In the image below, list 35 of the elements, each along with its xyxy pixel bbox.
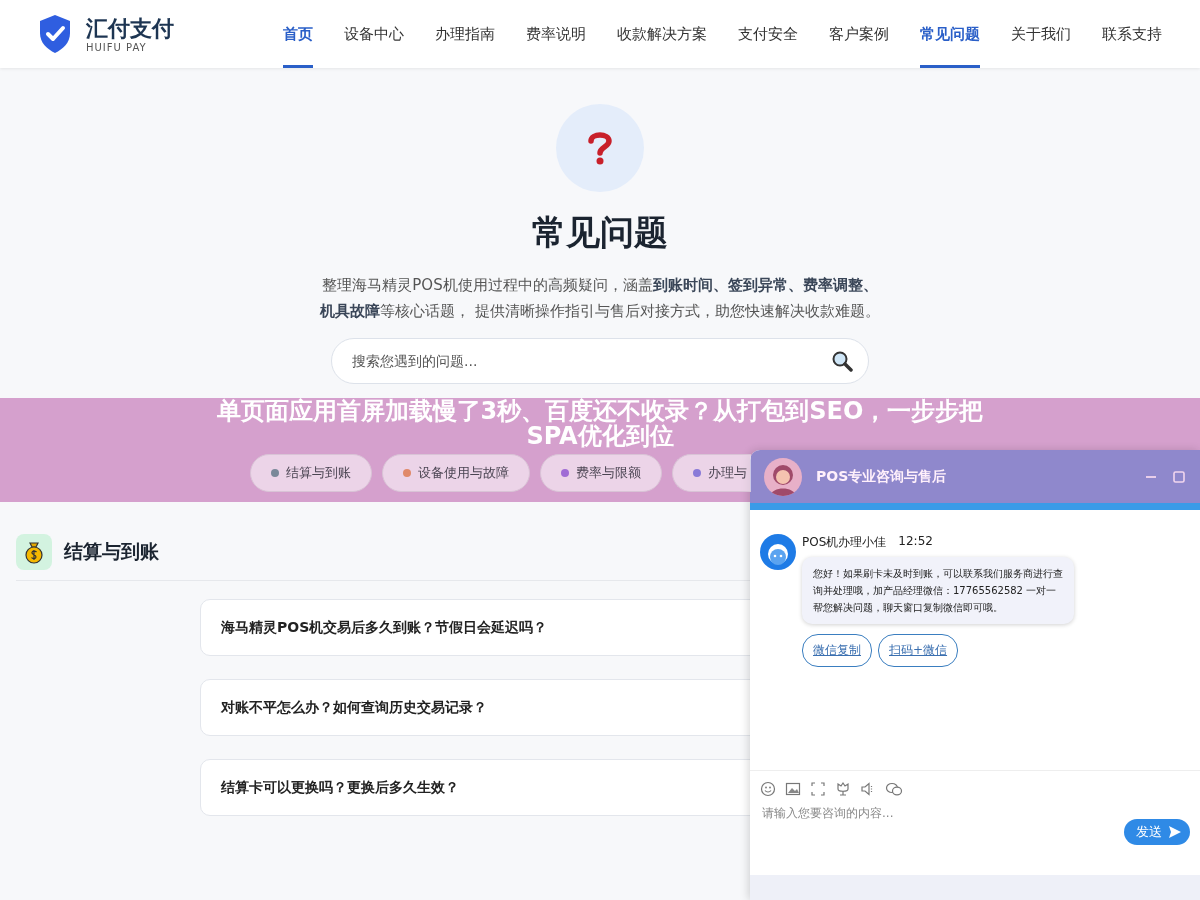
emoji-icon[interactable]: [760, 781, 776, 797]
agent-avatar-icon: [760, 534, 796, 570]
nav-link[interactable]: 首页: [283, 0, 313, 68]
page-title: 常见问题: [532, 211, 668, 254]
nav-link[interactable]: 设备中心: [344, 0, 404, 68]
send-icon: [1168, 825, 1182, 839]
chat-action-link[interactable]: 扫码+微信: [878, 634, 959, 667]
banner-title: 单页面应用首屏加载慢了3秒、百度还不收录？从打包到SEO，一步步把SPA优化到位: [215, 399, 985, 449]
avatar-icon: [764, 457, 802, 496]
money-bag-icon: [16, 534, 52, 570]
fullscreen-icon[interactable]: [810, 781, 826, 797]
page-description: 整理海马精灵POS机使用过程中的高频疑问，涵盖到账时间、签到异常、费率调整、机具故障等核心话题， 提供清晰操作指引与售后对接方式，助您快速解决收款难题。: [318, 275, 881, 322]
search-field[interactable]: 搜索您遇到的问题...: [331, 338, 869, 384]
image-icon[interactable]: [785, 781, 801, 797]
logo-name: 汇付支付: [86, 15, 174, 42]
nav-link[interactable]: 关于我们: [1011, 0, 1071, 68]
message-time: 12:52: [898, 534, 933, 550]
send-button[interactable]: 发送: [1124, 819, 1190, 845]
message-bubble: 您好！如果刷卡未及时到账，可以联系我们服务商进行查询并处理哦，加产品经理微信：17765562582 一对一帮您解决问题，聊天窗口复制微信即可哦。: [802, 557, 1074, 624]
chat-action-link[interactable]: 微信复制: [802, 634, 872, 667]
nav-link[interactable]: 办理指南: [435, 0, 495, 68]
shield-check-icon: [38, 14, 72, 54]
maximize-icon[interactable]: [1172, 469, 1186, 484]
nav-link[interactable]: 联系支持: [1102, 0, 1162, 68]
chat-bubbles-icon[interactable]: [885, 781, 903, 797]
nav-link[interactable]: 支付安全: [738, 0, 798, 68]
search-icon[interactable]: [831, 350, 853, 372]
nav-link[interactable]: 常见问题: [920, 0, 980, 68]
nav-link[interactable]: 客户案例: [829, 0, 889, 68]
logo-subtitle: HUIFU PAY: [86, 41, 148, 53]
section-title: 结算与到账: [64, 539, 159, 564]
chat-title: POS专业咨询与售后: [816, 467, 947, 486]
sender-name: POS机办理小佳: [802, 534, 887, 551]
nav-link[interactable]: 收款解决方案: [617, 0, 707, 68]
nav-link[interactable]: 费率说明: [526, 0, 586, 68]
